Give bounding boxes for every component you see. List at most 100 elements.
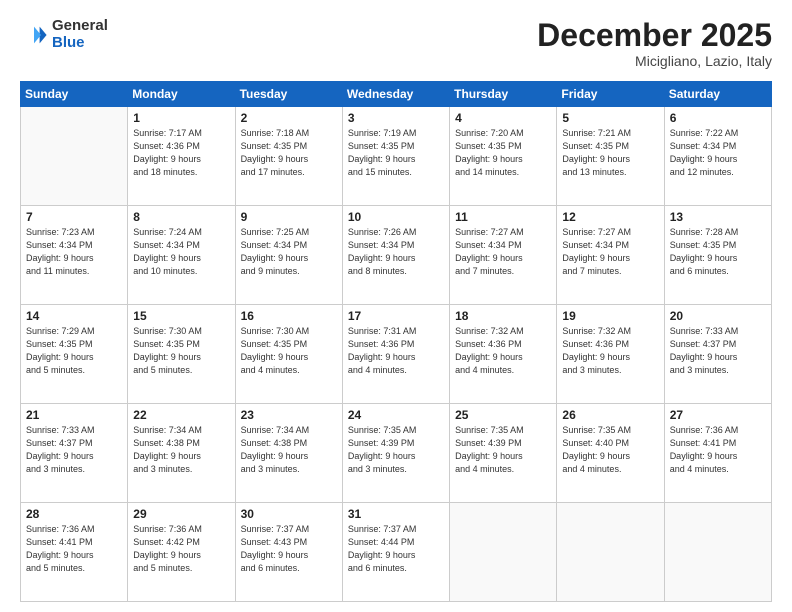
day-info: Sunrise: 7:35 AMSunset: 4:39 PMDaylight:… xyxy=(455,424,551,476)
calendar-cell: 17 Sunrise: 7:31 AMSunset: 4:36 PMDayligh… xyxy=(342,305,449,404)
calendar-cell: 27 Sunrise: 7:36 AMSunset: 4:41 PMDayligh… xyxy=(664,404,771,503)
calendar-cell: 9Sunrise: 7:25 AMSunset: 4:34 PMDaylight… xyxy=(235,206,342,305)
weekday-header-sunday: Sunday xyxy=(21,82,128,107)
calendar-cell: 2Sunrise: 7:18 AMSunset: 4:35 PMDaylight… xyxy=(235,107,342,206)
calendar-cell: 25 Sunrise: 7:35 AMSunset: 4:39 PMDayligh… xyxy=(450,404,557,503)
day-number: 16 xyxy=(241,309,337,323)
calendar-cell: 5 Sunrise: 7:21 AMSunset: 4:35 PMDaylight… xyxy=(557,107,664,206)
day-number: 6 xyxy=(670,111,766,125)
calendar-table: SundayMondayTuesdayWednesdayThursdayFrid… xyxy=(20,81,772,602)
day-number: 26 xyxy=(562,408,658,422)
logo-general: General xyxy=(52,18,108,35)
day-info: Sunrise: 7:26 AMSunset: 4:34 PMDaylight:… xyxy=(348,226,444,278)
day-info: Sunrise: 7:32 AMSunset: 4:36 PMDaylight:… xyxy=(455,325,551,377)
day-info: Sunrise: 7:33 AMSunset: 4:37 PMDaylight:… xyxy=(26,424,122,476)
calendar-cell xyxy=(21,107,128,206)
day-number: 22 xyxy=(133,408,229,422)
day-info: Sunrise: 7:19 AMSunset: 4:35 PMDaylight:… xyxy=(348,127,444,179)
calendar-cell xyxy=(664,503,771,602)
calendar-cell: 1 Sunrise: 7:17 AMSunset: 4:36 PMDaylight… xyxy=(128,107,235,206)
calendar-cell: 6 Sunrise: 7:22 AMSunset: 4:34 PMDaylight… xyxy=(664,107,771,206)
page: General Blue December 2025 Micigliano, L… xyxy=(0,0,792,612)
calendar-title: December 2025 xyxy=(537,18,772,53)
day-info: Sunrise: 7:31 AMSunset: 4:36 PMDaylight:… xyxy=(348,325,444,377)
day-number: 1 xyxy=(133,111,229,125)
calendar-cell: 20Sunrise: 7:33 AMSunset: 4:37 PMDayligh… xyxy=(664,305,771,404)
calendar-week-5: 28Sunrise: 7:36 AMSunset: 4:41 PMDayligh… xyxy=(21,503,772,602)
calendar-cell: 18 Sunrise: 7:32 AMSunset: 4:36 PMDayligh… xyxy=(450,305,557,404)
day-info: Sunrise: 7:37 AMSunset: 4:44 PMDaylight:… xyxy=(348,523,444,575)
day-info: Sunrise: 7:18 AMSunset: 4:35 PMDaylight:… xyxy=(241,127,337,179)
day-info: Sunrise: 7:36 AMSunset: 4:41 PMDaylight:… xyxy=(670,424,766,476)
calendar-cell: 21 Sunrise: 7:33 AMSunset: 4:37 PMDayligh… xyxy=(21,404,128,503)
calendar-cell: 29Sunrise: 7:36 AMSunset: 4:42 PMDayligh… xyxy=(128,503,235,602)
title-block: December 2025 Micigliano, Lazio, Italy xyxy=(537,18,772,69)
day-number: 23 xyxy=(241,408,337,422)
calendar-cell: 4 Sunrise: 7:20 AMSunset: 4:35 PMDaylight… xyxy=(450,107,557,206)
logo-text: General Blue xyxy=(52,18,108,51)
day-number: 11 xyxy=(455,210,551,224)
day-info: Sunrise: 7:34 AMSunset: 4:38 PMDaylight:… xyxy=(133,424,229,476)
weekday-header-wednesday: Wednesday xyxy=(342,82,449,107)
day-number: 27 xyxy=(670,408,766,422)
weekday-header-thursday: Thursday xyxy=(450,82,557,107)
calendar-subtitle: Micigliano, Lazio, Italy xyxy=(537,53,772,69)
calendar-cell: 23Sunrise: 7:34 AMSunset: 4:38 PMDayligh… xyxy=(235,404,342,503)
day-number: 24 xyxy=(348,408,444,422)
day-number: 5 xyxy=(562,111,658,125)
calendar-cell: 15 Sunrise: 7:30 AMSunset: 4:35 PMDayligh… xyxy=(128,305,235,404)
day-number: 18 xyxy=(455,309,551,323)
day-info: Sunrise: 7:28 AMSunset: 4:35 PMDaylight:… xyxy=(670,226,766,278)
calendar-cell: 24 Sunrise: 7:35 AMSunset: 4:39 PMDayligh… xyxy=(342,404,449,503)
calendar-cell xyxy=(557,503,664,602)
weekday-header-friday: Friday xyxy=(557,82,664,107)
weekday-header-tuesday: Tuesday xyxy=(235,82,342,107)
day-number: 29 xyxy=(133,507,229,521)
day-number: 14 xyxy=(26,309,122,323)
calendar-cell: 28Sunrise: 7:36 AMSunset: 4:41 PMDayligh… xyxy=(21,503,128,602)
day-number: 4 xyxy=(455,111,551,125)
day-number: 28 xyxy=(26,507,122,521)
day-info: Sunrise: 7:29 AMSunset: 4:35 PMDaylight:… xyxy=(26,325,122,377)
day-number: 19 xyxy=(562,309,658,323)
day-info: Sunrise: 7:21 AMSunset: 4:35 PMDaylight:… xyxy=(562,127,658,179)
day-info: Sunrise: 7:24 AMSunset: 4:34 PMDaylight:… xyxy=(133,226,229,278)
calendar-cell: 10Sunrise: 7:26 AMSunset: 4:34 PMDayligh… xyxy=(342,206,449,305)
day-number: 8 xyxy=(133,210,229,224)
calendar-cell: 8 Sunrise: 7:24 AMSunset: 4:34 PMDaylight… xyxy=(128,206,235,305)
day-info: Sunrise: 7:17 AMSunset: 4:36 PMDaylight:… xyxy=(133,127,229,179)
calendar-cell: 7Sunrise: 7:23 AMSunset: 4:34 PMDaylight… xyxy=(21,206,128,305)
logo-icon xyxy=(20,21,48,49)
day-info: Sunrise: 7:37 AMSunset: 4:43 PMDaylight:… xyxy=(241,523,337,575)
calendar-header-row: SundayMondayTuesdayWednesdayThursdayFrid… xyxy=(21,82,772,107)
day-info: Sunrise: 7:27 AMSunset: 4:34 PMDaylight:… xyxy=(455,226,551,278)
header: General Blue December 2025 Micigliano, L… xyxy=(20,18,772,69)
day-info: Sunrise: 7:23 AMSunset: 4:34 PMDaylight:… xyxy=(26,226,122,278)
day-number: 9 xyxy=(241,210,337,224)
calendar-cell: 13Sunrise: 7:28 AMSunset: 4:35 PMDayligh… xyxy=(664,206,771,305)
calendar-cell: 16 Sunrise: 7:30 AMSunset: 4:35 PMDayligh… xyxy=(235,305,342,404)
day-number: 17 xyxy=(348,309,444,323)
calendar-cell: 22 Sunrise: 7:34 AMSunset: 4:38 PMDayligh… xyxy=(128,404,235,503)
day-info: Sunrise: 7:30 AMSunset: 4:35 PMDaylight:… xyxy=(133,325,229,377)
day-info: Sunrise: 7:30 AMSunset: 4:35 PMDaylight:… xyxy=(241,325,337,377)
weekday-header-monday: Monday xyxy=(128,82,235,107)
day-info: Sunrise: 7:33 AMSunset: 4:37 PMDaylight:… xyxy=(670,325,766,377)
calendar-week-4: 21 Sunrise: 7:33 AMSunset: 4:37 PMDayligh… xyxy=(21,404,772,503)
day-info: Sunrise: 7:27 AMSunset: 4:34 PMDaylight:… xyxy=(562,226,658,278)
day-number: 3 xyxy=(348,111,444,125)
day-info: Sunrise: 7:32 AMSunset: 4:36 PMDaylight:… xyxy=(562,325,658,377)
day-number: 25 xyxy=(455,408,551,422)
weekday-header-saturday: Saturday xyxy=(664,82,771,107)
day-number: 12 xyxy=(562,210,658,224)
day-info: Sunrise: 7:35 AMSunset: 4:40 PMDaylight:… xyxy=(562,424,658,476)
day-number: 21 xyxy=(26,408,122,422)
logo: General Blue xyxy=(20,18,108,51)
day-info: Sunrise: 7:20 AMSunset: 4:35 PMDaylight:… xyxy=(455,127,551,179)
day-info: Sunrise: 7:35 AMSunset: 4:39 PMDaylight:… xyxy=(348,424,444,476)
day-number: 15 xyxy=(133,309,229,323)
calendar-cell: 11 Sunrise: 7:27 AMSunset: 4:34 PMDayligh… xyxy=(450,206,557,305)
day-info: Sunrise: 7:22 AMSunset: 4:34 PMDaylight:… xyxy=(670,127,766,179)
day-number: 31 xyxy=(348,507,444,521)
calendar-week-1: 1 Sunrise: 7:17 AMSunset: 4:36 PMDaylight… xyxy=(21,107,772,206)
